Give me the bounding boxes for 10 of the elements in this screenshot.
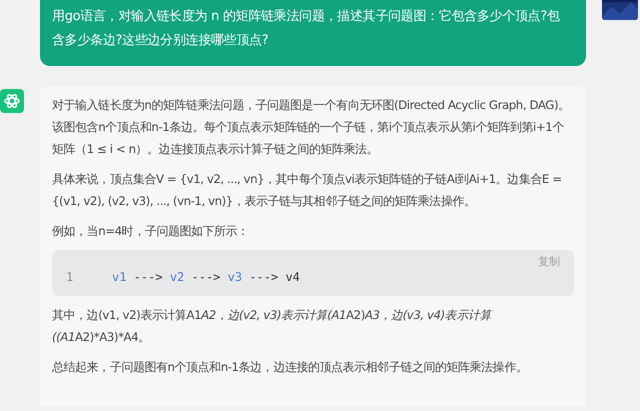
code-line: v1 ---> v2 ---> v3 ---> v4 [112, 270, 300, 284]
copy-button[interactable]: 复制 [538, 254, 560, 269]
line-number: 1 [66, 270, 74, 284]
question-bubble: 用go语言，对输入链长度为 n 的矩阵链乘法问题，描述其子问题图：它包含多少个顶点?包含多少条边?这些边分别连接哪些顶点? [40, 0, 586, 66]
answer-paragraph: 对于输入链长度为n的矩阵链乘法问题，子问题图是一个有向无环图(Directed Acyclic Graph, DAG)。该图包含n个顶点和n-1条边。每个顶点表示矩阵链的一个子链，第i个顶点表示从第i个矩阵到第i+1个矩阵（1 ≤ i < n）。边连接顶点表示计算子链之间的矩阵乘法。 [52, 97, 571, 158]
answer-paragraph: 总结起来，子问题图有n个顶点和n-1条边，边连接的顶点表示相邻子链之间的矩阵乘法操作。 [52, 359, 528, 376]
assistant-logo-icon [0, 89, 24, 113]
answer-paragraph: 例如，当n=4时，子问题图如下所示： [52, 223, 250, 240]
answer-paragraph: 其中，边(v1, v2)表示计算A1A2，边(v2, v3)表示计算(A1A2)A3，边(v3, v4)表示计算((A1A2)*A3)*A4。 [52, 307, 494, 346]
answer-paragraph: 具体来说，顶点集合V = {v1, v2, ..., vn}，其中每个顶点vi表示矩阵链的子链Ai到Ai+1。边集合E = {(v1, v2), (v2, v3), ..., (vn-1, vn)}，表示子链与其相邻子链之间的矩阵乘法操作。 [52, 171, 563, 210]
